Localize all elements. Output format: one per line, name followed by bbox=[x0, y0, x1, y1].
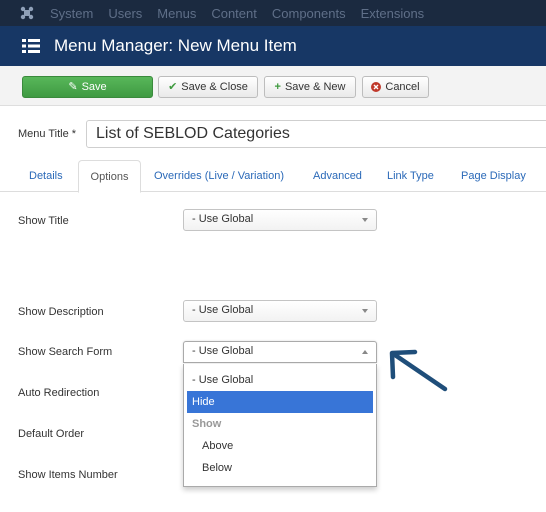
tab-advanced[interactable]: Advanced bbox=[313, 170, 362, 182]
plus-icon: + bbox=[274, 80, 281, 93]
show-description-value: - Use Global bbox=[192, 304, 254, 316]
nav-extensions[interactable]: Extensions bbox=[361, 6, 425, 21]
option-use-global[interactable]: - Use Global bbox=[187, 369, 373, 391]
tab-overrides[interactable]: Overrides (Live / Variation) bbox=[154, 170, 284, 182]
tab-bar: Details Options Overrides (Live / Variat… bbox=[0, 160, 546, 193]
joomla-logo-icon[interactable] bbox=[20, 6, 34, 20]
save-new-button[interactable]: + Save & New bbox=[264, 76, 356, 98]
nav-components[interactable]: Components bbox=[272, 6, 346, 21]
save-close-button-label: Save & Close bbox=[181, 81, 248, 93]
default-order-label: Default Order bbox=[18, 428, 85, 440]
menu-title-input[interactable]: List of SEBLOD Categories bbox=[86, 120, 546, 148]
show-description-select[interactable]: - Use Global bbox=[183, 300, 377, 322]
option-group-show: Show bbox=[192, 418, 222, 430]
show-title-label: Show Title bbox=[18, 215, 69, 227]
option-hide[interactable]: Hide bbox=[187, 391, 373, 413]
show-title-select[interactable]: - Use Global bbox=[183, 209, 377, 231]
cancel-button[interactable]: Cancel bbox=[362, 76, 429, 98]
annotation-arrow-icon bbox=[389, 349, 448, 392]
page-title: Menu Manager: New Menu Item bbox=[54, 36, 297, 55]
list-icon bbox=[22, 39, 40, 53]
tab-link-type[interactable]: Link Type bbox=[387, 170, 434, 182]
menu-title-label: Menu Title * bbox=[18, 128, 77, 140]
show-search-form-label: Show Search Form bbox=[18, 346, 113, 358]
option-above[interactable]: Above bbox=[187, 435, 373, 457]
cancel-button-label: Cancel bbox=[385, 81, 420, 93]
auto-redirection-label: Auto Redirection bbox=[18, 387, 100, 399]
show-search-form-value: - Use Global bbox=[192, 345, 254, 357]
chevron-up-icon bbox=[362, 350, 368, 354]
page-header: Menu Manager: New Menu Item bbox=[0, 26, 546, 66]
nav-menus[interactable]: Menus bbox=[157, 6, 196, 21]
save-new-button-label: Save & New bbox=[284, 81, 346, 93]
chevron-down-icon bbox=[362, 309, 368, 313]
save-button[interactable]: ✎ Save bbox=[22, 76, 153, 98]
nav-users[interactable]: Users bbox=[108, 6, 142, 21]
nav-content[interactable]: Content bbox=[211, 6, 257, 21]
checkmark-icon: ✔ bbox=[168, 80, 178, 93]
tab-options[interactable]: Options bbox=[78, 160, 141, 193]
top-navigation: System Users Menus Content Components Ex… bbox=[0, 0, 546, 26]
show-items-number-label: Show Items Number bbox=[18, 469, 118, 481]
show-search-form-select[interactable]: - Use Global bbox=[183, 341, 377, 363]
tab-details[interactable]: Details bbox=[29, 170, 63, 182]
save-button-label: Save bbox=[81, 81, 107, 93]
chevron-down-icon bbox=[362, 218, 368, 222]
edit-icon: ✎ bbox=[68, 80, 78, 93]
show-title-value: - Use Global bbox=[192, 213, 254, 225]
search-form-dropdown-list: - Use Global Hide Show Above Below bbox=[183, 364, 377, 487]
cancel-icon bbox=[371, 82, 382, 92]
tab-page-display[interactable]: Page Display bbox=[461, 170, 526, 182]
nav-system[interactable]: System bbox=[50, 6, 93, 21]
option-below[interactable]: Below bbox=[187, 457, 373, 479]
show-description-label: Show Description bbox=[18, 306, 104, 318]
save-close-button[interactable]: ✔ Save & Close bbox=[158, 76, 258, 98]
toolbar: ✎ Save ✔ Save & Close + Save & New Cance… bbox=[0, 66, 546, 106]
